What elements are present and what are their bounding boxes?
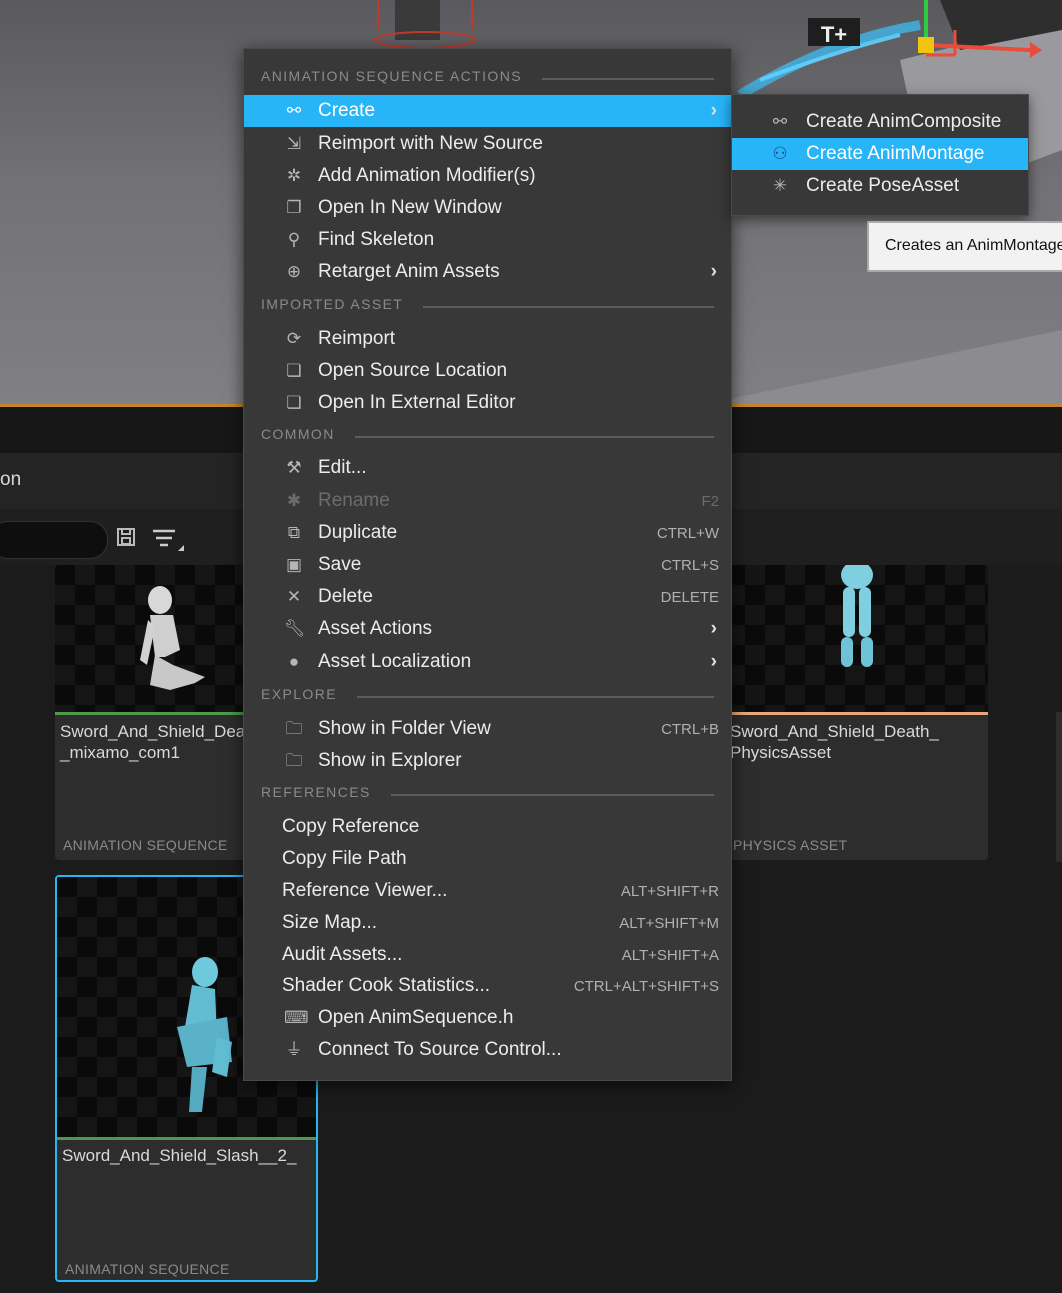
- asset-type-bar: [725, 712, 988, 715]
- menu-item-asset-actions[interactable]: 🔧︎ Asset Actions ›: [244, 613, 731, 645]
- folder-open-icon: ❏: [286, 361, 302, 380]
- save-floppy-icon: ▣: [285, 555, 303, 574]
- shortcut-label: DELETE: [660, 589, 719, 606]
- chevron-right-icon: ›: [710, 618, 717, 639]
- mannequin-figure: [140, 586, 205, 690]
- asset-thumbnail: [55, 565, 255, 713]
- text-render-icon: T+: [808, 18, 860, 47]
- menu-item-copy-reference[interactable]: Copy Reference: [244, 811, 731, 843]
- folder-search-icon: 🗀︎: [285, 719, 303, 738]
- section-header-common: COMMON: [261, 426, 714, 446]
- pose-asset-icon: ✳: [772, 176, 788, 195]
- menu-item-delete[interactable]: ✕ Delete DELETE: [244, 581, 731, 613]
- menu-item-connect-source-control[interactable]: ⏚ Connect To Source Control...: [244, 1034, 731, 1066]
- shortcut-label: ALT+SHIFT+A: [621, 947, 719, 964]
- menu-item-find-skeleton[interactable]: ⚲ Find Skeleton: [244, 224, 731, 256]
- submenu-item-pose-asset[interactable]: ✳ Create PoseAsset: [732, 170, 1028, 202]
- delete-x-icon: ✕: [286, 587, 302, 606]
- shortcut-label: CTRL+S: [661, 557, 719, 574]
- wrench-icon: 🔧︎: [284, 619, 306, 638]
- shortcut-label: CTRL+B: [661, 721, 719, 738]
- globe-icon: ●: [288, 652, 300, 671]
- shortcut-label: ALT+SHIFT+M: [619, 915, 719, 932]
- menu-item-add-modifier[interactable]: ✲ Add Animation Modifier(s): [244, 160, 731, 192]
- anim-composite-icon: ⚯: [772, 112, 788, 131]
- menu-item-asset-localization[interactable]: ● Asset Localization ›: [244, 646, 731, 678]
- menu-item-open-external-editor[interactable]: ❏ Open In External Editor: [244, 387, 731, 419]
- edit-hammer-icon: ⚒: [286, 458, 302, 477]
- menu-item-show-explorer[interactable]: 🗀︎ Show in Explorer: [244, 745, 731, 777]
- character-figure: [374, 0, 476, 49]
- asset-name: Sword_And_Shield_Slash__2_: [62, 1146, 297, 1165]
- menu-item-audit-assets[interactable]: Audit Assets... ALT+SHIFT+A: [244, 939, 731, 971]
- menu-item-save[interactable]: ▣ Save CTRL+S: [244, 549, 731, 581]
- modifier-icon: ✲: [286, 166, 302, 185]
- gizmo-label: T+: [821, 22, 847, 47]
- submenu-item-anim-composite[interactable]: ⚯ Create AnimComposite: [732, 106, 1028, 138]
- retarget-icon: ⊕: [286, 262, 302, 281]
- save-search-icon[interactable]: [115, 527, 137, 549]
- shortcut-label: CTRL+W: [656, 525, 719, 542]
- asset-name: Sword_And_Shield_Dea _mixamo_com1: [60, 722, 246, 762]
- chevron-right-icon: ›: [710, 651, 717, 672]
- duplicate-icon: ⧉: [287, 523, 301, 542]
- content-browser-title: on: [0, 469, 22, 490]
- menu-item-rename[interactable]: ✱ Rename F2: [244, 485, 731, 517]
- menu-item-reimport[interactable]: ⟳ Reimport: [244, 323, 731, 355]
- asset-thumbnail: [725, 565, 988, 713]
- folder-search-icon: 🗀︎: [285, 751, 303, 770]
- shortcut-label: CTRL+ALT+SHIFT+S: [573, 978, 719, 995]
- reimport-arrow-icon: ⇲: [286, 134, 302, 153]
- menu-item-size-map[interactable]: Size Map... ALT+SHIFT+M: [244, 907, 731, 939]
- asset-tile[interactable]: Sword_And_Shield_Dea _mixamo_com1 ANIMAT…: [55, 565, 255, 860]
- asset-type: ANIMATION SEQUENCE: [63, 837, 228, 853]
- rename-star-icon: ✱: [286, 491, 302, 510]
- shortcut-label: ALT+SHIFT+R: [620, 883, 719, 900]
- context-menu: ANIMATION SEQUENCE ACTIONS ⚯ Create › ⇲ …: [243, 48, 732, 1081]
- tooltip-text: Creates an AnimMontage: [885, 237, 1062, 254]
- menu-item-open-new-window[interactable]: ❐ Open In New Window: [244, 192, 731, 224]
- physics-body-figure: [841, 565, 873, 667]
- submenu-item-anim-montage[interactable]: ⚇ Create AnimMontage: [732, 138, 1028, 170]
- shortcut-label: F2: [701, 493, 719, 510]
- menu-item-reference-viewer[interactable]: Reference Viewer... ALT+SHIFT+R: [244, 875, 731, 907]
- plug-icon: ⏚: [285, 1040, 303, 1059]
- asset-name: Sword_And_Shield_Death_ PhysicsAsset: [730, 722, 939, 762]
- asset-type-bar: [57, 1137, 316, 1140]
- menu-item-open-header[interactable]: ⌨ Open AnimSequence.h: [244, 1002, 731, 1034]
- asset-tile-edge: [1056, 712, 1062, 862]
- asset-tile[interactable]: Sword_And_Shield_Death_ PhysicsAsset PHY…: [725, 565, 988, 860]
- create-submenu: ⚯ Create AnimComposite ⚇ Create AnimMont…: [731, 94, 1029, 216]
- asset-type-bar: [55, 712, 255, 715]
- filter-icon[interactable]: [150, 527, 186, 553]
- asset-type: ANIMATION SEQUENCE: [65, 1261, 230, 1277]
- menu-item-shader-cook[interactable]: Shader Cook Statistics... CTRL+ALT+SHIFT…: [244, 970, 731, 1002]
- asset-type: PHYSICS ASSET: [733, 837, 848, 853]
- section-header-imported: IMPORTED ASSET: [261, 296, 714, 316]
- section-header-anim-actions: ANIMATION SEQUENCE ACTIONS: [261, 68, 714, 88]
- chevron-right-icon: ›: [710, 100, 717, 121]
- menu-item-show-folder-view[interactable]: 🗀︎ Show in Folder View CTRL+B: [244, 713, 731, 745]
- reimport-icon: ⟳: [286, 329, 302, 348]
- menu-item-edit[interactable]: ⚒ Edit...: [244, 452, 731, 484]
- tooltip: Creates an AnimMontage: [867, 221, 1062, 272]
- external-editor-icon: ❏: [286, 393, 302, 412]
- search-input[interactable]: [0, 521, 108, 559]
- menu-item-retarget[interactable]: ⊕ Retarget Anim Assets ›: [244, 256, 731, 288]
- menu-item-copy-file-path[interactable]: Copy File Path: [244, 843, 731, 875]
- magnifier-icon: ⚲: [287, 230, 301, 249]
- window-icon: ❐: [286, 198, 302, 217]
- menu-item-create[interactable]: ⚯ Create ›: [244, 95, 731, 127]
- menu-item-duplicate[interactable]: ⧉ Duplicate CTRL+W: [244, 517, 731, 549]
- anim-montage-icon: ⚇: [772, 144, 788, 163]
- chevron-right-icon: ›: [710, 261, 717, 282]
- code-file-icon: ⌨: [284, 1008, 309, 1027]
- menu-item-open-source-location[interactable]: ❏ Open Source Location: [244, 355, 731, 387]
- create-anim-icon: ⚯: [286, 101, 302, 120]
- menu-item-reimport-new-source[interactable]: ⇲ Reimport with New Source: [244, 128, 731, 160]
- section-header-explore: EXPLORE: [261, 686, 714, 706]
- section-header-references: REFERENCES: [261, 784, 714, 804]
